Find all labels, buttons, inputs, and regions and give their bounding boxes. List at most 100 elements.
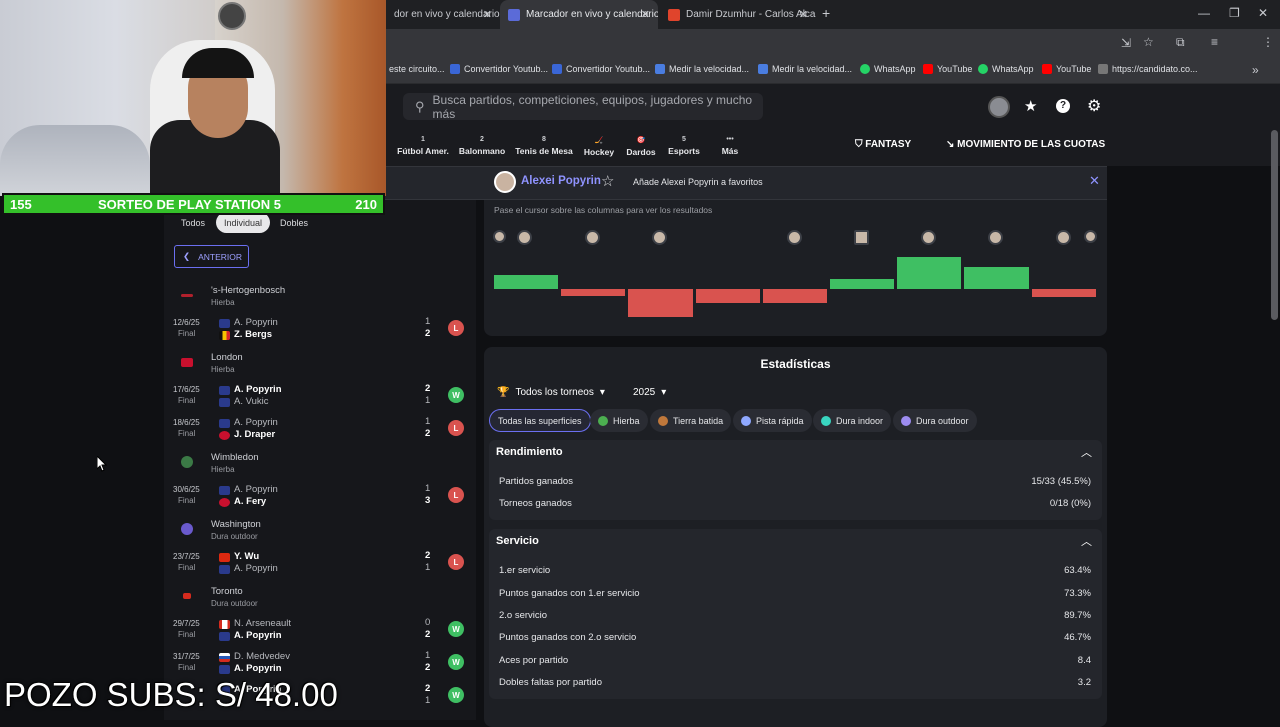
close-tab-icon[interactable]: ✕ (641, 8, 650, 21)
hard-outdoor-dot-icon (901, 415, 911, 426)
bookmark-star-icon[interactable]: ☆ (1143, 35, 1154, 49)
opponent-avatar[interactable] (493, 230, 506, 243)
win-bar[interactable] (494, 275, 559, 289)
surface-chip-clay[interactable]: Tierra batida (650, 409, 732, 432)
opponent-avatar[interactable] (517, 230, 532, 245)
maximize-icon[interactable]: ❐ (1229, 6, 1240, 20)
browser-tab[interactable]: Damir Dzumhur - Carlos Alcara ✕ (660, 0, 816, 29)
surface-chip-grass[interactable]: Hierba (590, 409, 648, 432)
loss-bar[interactable] (762, 289, 827, 303)
menu-icon[interactable]: ⋮ (1262, 35, 1274, 49)
close-tab-icon[interactable]: ✕ (799, 8, 808, 21)
opponent-avatar[interactable] (787, 230, 802, 245)
bookmark-item[interactable]: YouTube (923, 64, 972, 74)
previous-button[interactable]: ❮ ANTERIOR (174, 245, 249, 268)
loss-bar[interactable] (628, 289, 693, 317)
win-bar[interactable] (830, 279, 895, 289)
opponent-avatar[interactable] (585, 230, 600, 245)
tournament-header[interactable]: London Hierba (173, 347, 463, 379)
uk-flag-icon (219, 431, 230, 440)
filter-singles[interactable]: Individual (216, 212, 271, 233)
loss-bar[interactable] (561, 289, 626, 296)
tournament-header[interactable]: Toronto Dura outdoor (173, 581, 463, 613)
odds-movement-link[interactable]: ↘ MOVIMIENTO DE LAS CUOTAS (946, 139, 1105, 150)
opponent-avatar[interactable] (1084, 230, 1097, 243)
match-row[interactable]: 29/7/25 Final N. Arseneault A. Popyrin 02 … (173, 614, 468, 646)
bookmark-item[interactable]: WhatsApp (860, 64, 916, 74)
graph-hint: Pase el cursor sobre las columnas para v… (494, 205, 713, 215)
extensions-icon[interactable]: ⧉ (1176, 35, 1185, 50)
minimize-icon[interactable]: — (1198, 6, 1210, 20)
player-name[interactable]: Alexei Popyrin (521, 175, 601, 187)
fantasy-icon: ⛉ (855, 139, 866, 150)
new-tab-icon[interactable]: + (822, 5, 830, 21)
sport-nav-more[interactable]: ••• Más (695, 136, 765, 156)
bookmark-item[interactable]: Medir la velocidad... (758, 64, 852, 74)
stat-row: Aces por partido 8.4 (499, 655, 1091, 666)
result-badge: L (448, 554, 464, 570)
media-icon[interactable]: ≡ (1211, 35, 1218, 49)
year-select[interactable]: 2025 ▾ (633, 382, 666, 402)
loss-bar[interactable] (695, 289, 760, 303)
bookmark-icon (552, 64, 562, 74)
tournament-select[interactable]: 🏆 Todos los torneos ▾ (497, 382, 605, 402)
browser-tab-active[interactable]: Marcador en vivo y calendario ✕ (500, 0, 658, 29)
fantasy-link[interactable]: ⛉ FANTASY (855, 139, 911, 150)
tournament-header[interactable]: Wimbledon Hierba (173, 447, 463, 479)
washington-logo-icon (181, 523, 193, 535)
browser-tab[interactable]: dor en vivo y calendario ✕ (386, 0, 500, 29)
neutral-flag-icon (219, 653, 230, 662)
match-row[interactable]: 17/6/25 Final A. Popyrin A. Vukic 21 W (173, 380, 468, 412)
user-avatar[interactable] (988, 96, 1010, 118)
opponent-avatar[interactable] (1056, 230, 1071, 245)
filter-doubles[interactable]: Dobles (272, 212, 316, 233)
tournament-header[interactable]: 's-Hertogenbosch Hierba (173, 280, 463, 312)
opponent-avatar[interactable] (988, 230, 1003, 245)
win-bar[interactable] (897, 256, 962, 289)
bookmark-item[interactable]: Convertidor Youtub... (552, 64, 650, 74)
settings-gear-icon[interactable]: ⚙ (1087, 96, 1101, 116)
bookmark-item[interactable]: Medir la velocidad... (655, 64, 749, 74)
collapse-chevron-icon[interactable]: ︿ (1081, 444, 1092, 460)
bookmark-item[interactable]: WhatsApp (978, 64, 1034, 74)
collapse-chevron-icon[interactable]: ︿ (1081, 533, 1092, 549)
search-input[interactable]: ⚲ Busca partidos, competiciones, equipos… (403, 93, 763, 121)
match-row[interactable]: 31/7/25 Final D. Medvedev A. Popyrin 12 W (173, 647, 468, 679)
sport-nav-handball[interactable]: 2 Balonmano (447, 136, 517, 156)
page-scrollbar[interactable] (1271, 130, 1278, 320)
favorites-star-icon[interactable]: ★ (1024, 97, 1037, 115)
surface-chip-fast[interactable]: Pista rápida (733, 409, 812, 432)
match-row[interactable]: 23/7/25 Final Y. Wu A. Popyrin 21 L (173, 547, 468, 579)
more-bookmarks-icon[interactable]: » (1252, 63, 1259, 77)
win-bar[interactable] (964, 266, 1029, 289)
close-tab-icon[interactable]: ✕ (483, 8, 492, 21)
loss-bar[interactable] (1031, 289, 1096, 298)
favorite-star-icon[interactable]: ☆ (601, 172, 614, 190)
close-banner-icon[interactable]: ✕ (1089, 173, 1100, 189)
opponent-avatar[interactable] (921, 230, 936, 245)
surface-chip-all[interactable]: Todas las superficies (489, 409, 591, 432)
opponent-avatar[interactable] (652, 230, 667, 245)
install-icon[interactable]: ⇲ (1121, 36, 1131, 50)
caret-down-icon: ▾ (599, 386, 605, 398)
bookmark-icon (655, 64, 665, 74)
bed-shape (0, 125, 150, 195)
bookmark-item[interactable]: https://candidato.co... (1098, 64, 1198, 74)
help-icon[interactable]: ? (1056, 99, 1070, 113)
surface-chip-hard-outdoor[interactable]: Dura outdoor (893, 409, 977, 432)
search-icon: ⚲ (415, 98, 425, 114)
tournament-header[interactable]: Washington Dura outdoor (173, 514, 463, 546)
bookmark-item[interactable]: Convertidor Youtub... (450, 64, 548, 74)
match-row[interactable]: 12/6/25 Final A. Popyrin Z. Bergs 12 L (173, 313, 468, 345)
youtube-icon (1042, 64, 1052, 74)
surface-chip-hard-indoor[interactable]: Dura indoor (813, 409, 892, 432)
match-row[interactable]: 30/6/25 Final A. Popyrin A. Fery 13 L (173, 480, 468, 512)
australia-flag-icon (219, 386, 230, 395)
close-window-icon[interactable]: ✕ (1258, 6, 1268, 20)
caret-down-icon: ▾ (661, 386, 667, 398)
match-row[interactable]: 18/6/25 Final A. Popyrin J. Draper 12 L (173, 413, 468, 445)
filter-all[interactable]: Todos (173, 212, 213, 233)
bookmark-item[interactable]: YouTube (1042, 64, 1091, 74)
opponent-avatar[interactable] (854, 230, 869, 245)
bookmark-item[interactable]: este circuito... (389, 64, 445, 74)
